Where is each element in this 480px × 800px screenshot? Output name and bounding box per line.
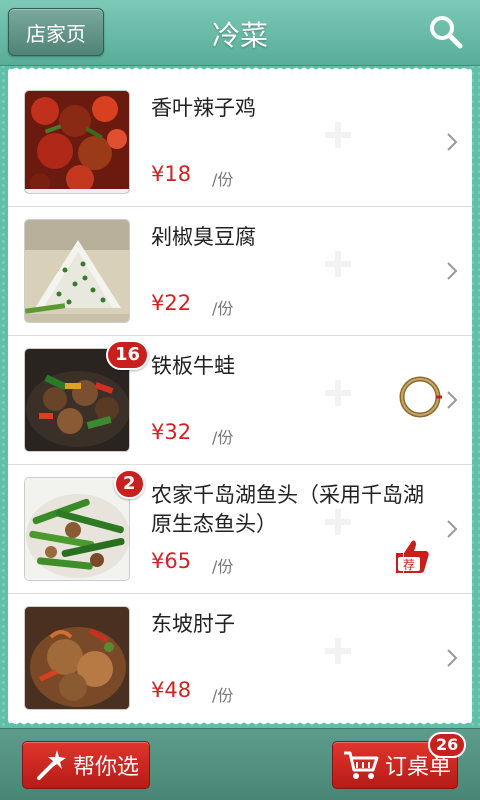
quantity-badge: 16: [106, 340, 150, 370]
add-icon[interactable]: [323, 378, 353, 408]
list-item[interactable]: 2 农家千岛湖鱼头（采用千岛湖原生态鱼头） ¥65 /份 荐: [8, 465, 472, 594]
list-item[interactable]: 香叶辣子鸡 ¥18 /份: [8, 78, 472, 207]
magic-wand-icon: [37, 750, 66, 780]
bottom-toolbar: 帮你选 订桌单: [0, 728, 480, 800]
chevron-right-icon: [447, 262, 458, 280]
page-title: 冷菜: [211, 19, 268, 52]
add-icon[interactable]: [323, 120, 353, 150]
recommend-label: 荐: [403, 558, 415, 572]
dish-photo: [24, 219, 130, 323]
dish-photo: [24, 477, 130, 581]
card-scallop-edge: [8, 66, 472, 74]
chevron-right-icon: [447, 391, 458, 409]
dish-price: ¥48: [151, 678, 192, 702]
add-icon[interactable]: [323, 249, 353, 279]
add-icon[interactable]: [323, 636, 353, 666]
dish-price: ¥22: [151, 291, 192, 315]
add-icon[interactable]: [323, 507, 353, 537]
list-item[interactable]: 东坡肘子 ¥48 /份: [8, 594, 472, 723]
dish-unit: /份: [212, 299, 234, 318]
dish-unit: /份: [212, 686, 234, 705]
dish-name: 东坡肘子: [151, 612, 235, 636]
dish-photo: [24, 606, 130, 710]
dish-unit: /份: [212, 170, 234, 189]
help-choose-label: 帮你选: [73, 755, 140, 780]
dish-price: ¥18: [151, 162, 192, 186]
dish-price: ¥65: [151, 549, 192, 573]
help-choose-button[interactable]: 帮你选: [22, 741, 150, 789]
chevron-right-icon: [447, 133, 458, 151]
recommend-thumbs-up-icon: 荐: [396, 540, 429, 573]
dish-name: 剁椒臭豆腐: [151, 225, 256, 249]
ring-tag-icon: [399, 376, 442, 418]
dish-photo: [24, 90, 130, 194]
header-bar: 店家页 冷菜: [0, 0, 480, 66]
chevron-right-icon: [447, 649, 458, 667]
cart-count-badge: 26: [428, 732, 467, 758]
dish-price: ¥32: [151, 420, 192, 444]
search-icon[interactable]: [428, 14, 464, 50]
shopping-cart-icon: [344, 751, 379, 779]
dish-unit: /份: [212, 557, 234, 576]
dish-name: 农家千岛湖鱼头（采用千岛湖原生态鱼头）: [151, 483, 424, 536]
list-item[interactable]: 剁椒臭豆腐 ¥22 /份: [8, 207, 472, 336]
quantity-badge: 2: [114, 469, 145, 499]
dish-name: 香叶辣子鸡: [151, 96, 256, 120]
dish-unit: /份: [212, 428, 234, 447]
chevron-right-icon: [447, 520, 458, 538]
